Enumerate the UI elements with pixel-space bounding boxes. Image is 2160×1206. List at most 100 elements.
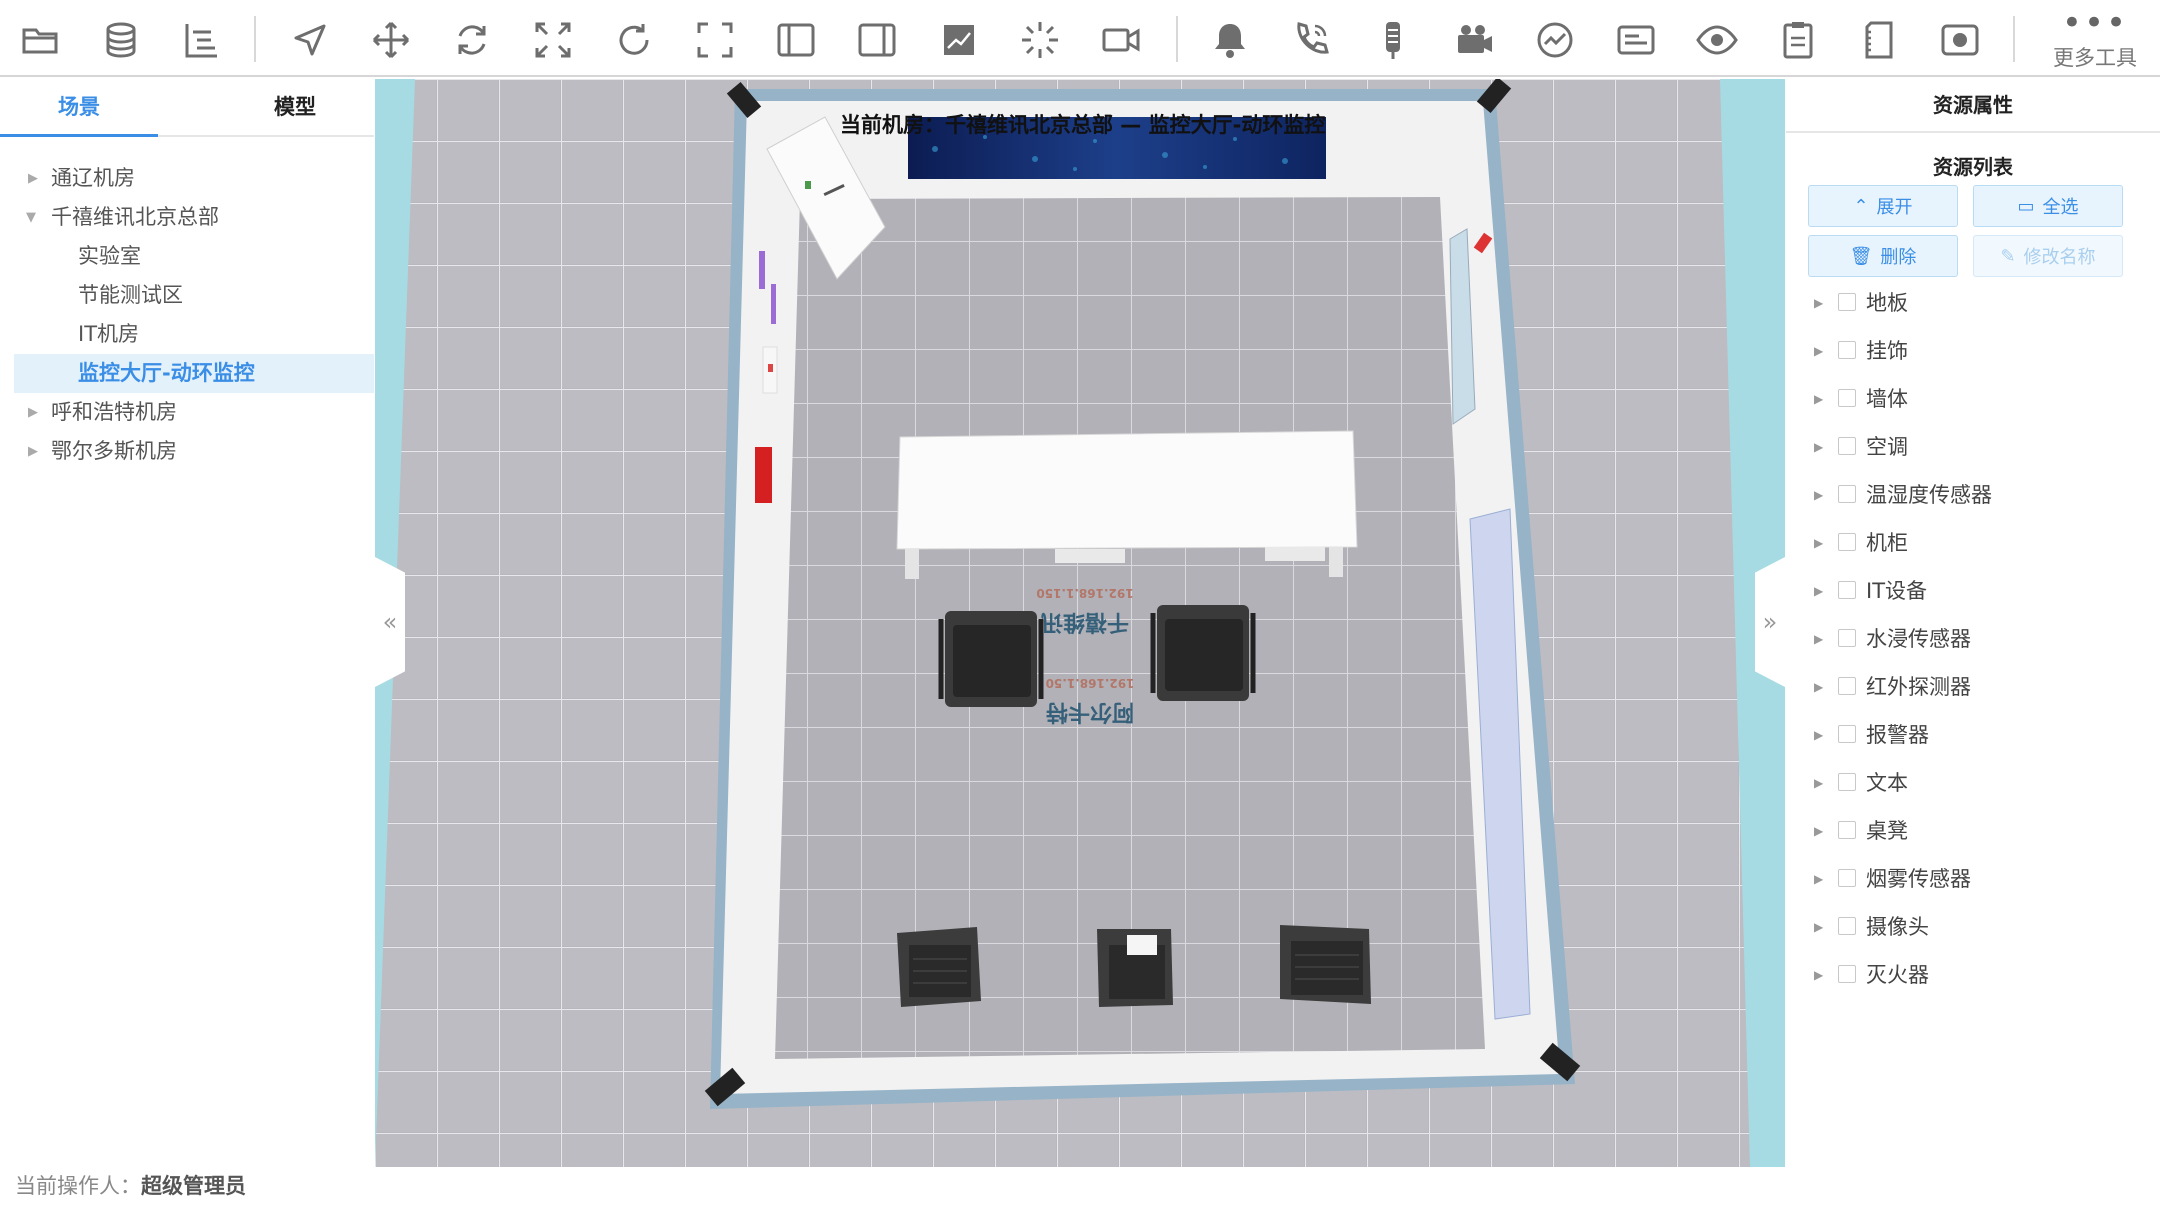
resource-checkbox[interactable] [1838, 773, 1856, 791]
caret-right-icon[interactable]: ▶ [1814, 711, 1823, 759]
resource-item-furniture[interactable]: ▶ 桌凳 [1786, 807, 2160, 855]
expand-icon[interactable] [527, 14, 579, 66]
collapse-left-panel-button[interactable]: « [375, 557, 405, 687]
caret-right-icon[interactable]: ▶ [1814, 375, 1823, 423]
bell-icon[interactable] [1204, 14, 1256, 66]
caret-right-icon[interactable]: ▶ [1814, 327, 1823, 375]
tree-item-lab[interactable]: 实验室 [0, 237, 374, 276]
chair-left [938, 611, 1044, 707]
caret-right-icon[interactable]: ▶ [1814, 855, 1823, 903]
caret-right-icon[interactable]: ▶ [1814, 951, 1823, 999]
chart-icon[interactable] [933, 14, 985, 66]
resource-item-cabinet[interactable]: ▶ 机柜 [1786, 519, 2160, 567]
resource-checkbox[interactable] [1838, 821, 1856, 839]
resource-checkbox[interactable] [1838, 629, 1856, 647]
navigate-arrow-icon[interactable] [284, 14, 336, 66]
tree-item-tongliao[interactable]: ▶ 通辽机房 [0, 159, 374, 198]
more-tools-button[interactable]: ••• 更多工具 [2040, 6, 2150, 72]
3d-viewport[interactable]: 千禧维讯 192.168.1.150 阿尔卡特 192.168.1.50 当前机… [375, 79, 1785, 1167]
resource-label: 文本 [1866, 771, 1908, 795]
resource-checkbox[interactable] [1838, 341, 1856, 359]
resource-item-ornament[interactable]: ▶ 挂饰 [1786, 327, 2160, 375]
caret-right-icon[interactable]: ▶ [1814, 807, 1823, 855]
resource-checkbox[interactable] [1838, 581, 1856, 599]
resource-item-camera[interactable]: ▶ 摄像头 [1786, 903, 2160, 951]
top-toolbar: ••• 更多工具 [0, 0, 2160, 77]
delete-label: 删除 [1880, 247, 1917, 268]
clipboard-icon[interactable] [1772, 14, 1824, 66]
resource-checkbox[interactable] [1838, 293, 1856, 311]
caret-right-icon[interactable]: ▶ [1814, 615, 1823, 663]
rename-label: 修改名称 [2023, 247, 2096, 268]
tree-item-monitor-hall[interactable]: 监控大厅-动环监控 [14, 354, 374, 393]
database-icon[interactable] [95, 14, 147, 66]
rename-button[interactable]: ✎ 修改名称 [1973, 235, 2123, 277]
resource-item-it-device[interactable]: ▶ IT设备 [1786, 567, 2160, 615]
tree-item-hohhot[interactable]: ▶ 呼和浩特机房 [0, 393, 374, 432]
resource-label: 桌凳 [1866, 819, 1908, 843]
caret-right-icon[interactable]: ▶ [1814, 279, 1823, 327]
resource-checkbox[interactable] [1838, 869, 1856, 887]
record-icon[interactable] [1934, 14, 1986, 66]
left-panel-icon[interactable] [770, 14, 822, 66]
collapse-right-panel-button[interactable]: » [1755, 557, 1785, 687]
tab-scene[interactable]: 场景 [0, 79, 158, 135]
move-icon[interactable] [365, 14, 417, 66]
resource-item-floor[interactable]: ▶ 地板 [1786, 279, 2160, 327]
fullscreen-icon[interactable] [689, 14, 741, 66]
camera-device-icon[interactable] [1448, 14, 1500, 66]
tree-item-ordos[interactable]: ▶ 鄂尔多斯机房 [0, 432, 374, 471]
resource-item-temp-humidity[interactable]: ▶ 温湿度传感器 [1786, 471, 2160, 519]
delete-button[interactable]: 🗑 删除 [1808, 235, 1958, 277]
resource-item-infrared[interactable]: ▶ 红外探测器 [1786, 663, 2160, 711]
gauge-icon[interactable] [1529, 14, 1581, 66]
select-all-button[interactable]: ▭ 全选 [1973, 185, 2123, 227]
stool-1 [897, 927, 981, 1007]
tree-structure-icon[interactable] [175, 14, 227, 66]
tree-item-energy-test[interactable]: 节能测试区 [0, 276, 374, 315]
resource-item-alarm[interactable]: ▶ 报警器 [1786, 711, 2160, 759]
loading-spinner-icon[interactable] [1014, 14, 1066, 66]
tree-item-beijing-hq[interactable]: ▼ 千禧维讯北京总部 [0, 198, 374, 237]
caret-right-icon[interactable]: ▶ [28, 432, 38, 471]
tab-model[interactable]: 模型 [216, 79, 374, 135]
resource-item-extinguisher[interactable]: ▶ 灭火器 [1786, 951, 2160, 999]
caret-right-icon[interactable]: ▶ [28, 393, 38, 432]
resource-item-air-conditioner[interactable]: ▶ 空调 [1786, 423, 2160, 471]
resource-checkbox[interactable] [1838, 485, 1856, 503]
sensor-icon[interactable] [1367, 14, 1419, 66]
resource-checkbox[interactable] [1838, 677, 1856, 695]
resource-checkbox[interactable] [1838, 437, 1856, 455]
resource-item-water-sensor[interactable]: ▶ 水浸传感器 [1786, 615, 2160, 663]
caret-right-icon[interactable]: ▶ [1814, 663, 1823, 711]
resource-checkbox[interactable] [1838, 389, 1856, 407]
caret-right-icon[interactable]: ▶ [28, 159, 38, 198]
resource-checkbox[interactable] [1838, 917, 1856, 935]
caret-right-icon[interactable]: ▶ [1814, 903, 1823, 951]
resource-item-wall[interactable]: ▶ 墙体 [1786, 375, 2160, 423]
eye-icon[interactable] [1691, 14, 1743, 66]
resource-item-smoke-sensor[interactable]: ▶ 烟雾传感器 [1786, 855, 2160, 903]
document-icon[interactable] [1853, 14, 1905, 66]
caret-right-icon[interactable]: ▶ [1814, 471, 1823, 519]
folder-open-icon[interactable] [14, 14, 66, 66]
refresh-icon[interactable] [608, 14, 660, 66]
resource-checkbox[interactable] [1838, 533, 1856, 551]
video-camera-icon[interactable] [1095, 14, 1147, 66]
resource-checkbox[interactable] [1838, 965, 1856, 983]
resource-item-text[interactable]: ▶ 文本 [1786, 759, 2160, 807]
expand-button[interactable]: ⌃ 展开 [1808, 185, 1958, 227]
phone-icon[interactable] [1285, 14, 1337, 66]
resource-label: 烟雾传感器 [1866, 867, 1971, 891]
rotate-icon[interactable] [446, 14, 498, 66]
tree-item-it-room[interactable]: IT机房 [0, 315, 374, 354]
caret-right-icon[interactable]: ▶ [1814, 759, 1823, 807]
right-panel-icon[interactable] [851, 14, 903, 66]
caret-right-icon[interactable]: ▶ [1814, 519, 1823, 567]
caret-right-icon[interactable]: ▶ [1814, 423, 1823, 471]
room-scene: 千禧维讯 192.168.1.150 阿尔卡特 192.168.1.50 [375, 79, 1750, 1167]
card-icon[interactable] [1610, 14, 1662, 66]
caret-right-icon[interactable]: ▶ [1814, 567, 1823, 615]
resource-checkbox[interactable] [1838, 725, 1856, 743]
caret-down-icon[interactable]: ▼ [26, 198, 36, 237]
